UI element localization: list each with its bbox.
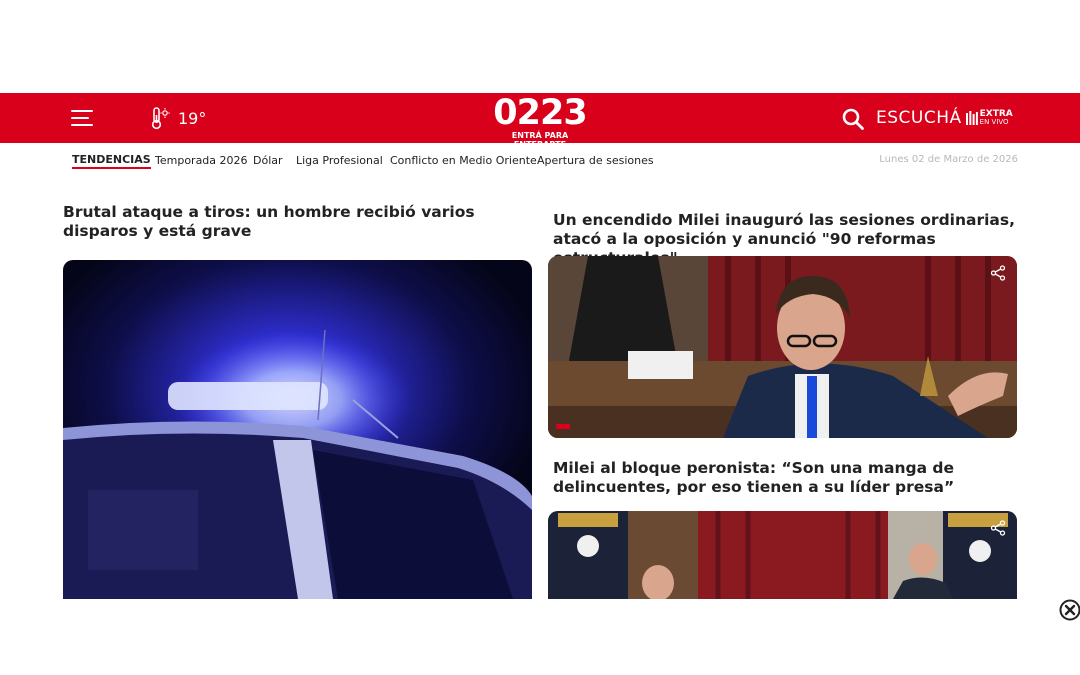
share-icon[interactable] [990,265,1006,281]
thermometer-sun-icon [151,107,170,130]
trend-link-sesiones[interactable]: Apertura de sesiones [537,154,654,167]
weather-widget[interactable]: 19° [150,105,206,131]
radio-waves-icon [965,111,978,125]
listen-radio-button[interactable]: ESCUCHÁ EXTRA EN VIVO [876,107,1013,129]
site-logo[interactable]: 0223 ENTRÁ PARA ENTERARTE [489,93,591,149]
trends-bar: TENDENCIAS Temporada 2026 Dólar Liga Pro… [72,150,1018,172]
article-headline[interactable]: Brutal ataque a tiros: un hombre recibió… [63,203,531,241]
extra-live: EN VIVO [979,118,1009,126]
trend-link-liga[interactable]: Liga Profesional [296,154,383,167]
article-image-police-car[interactable] [63,260,532,599]
extra-radio-logo: EXTRA EN VIVO [965,109,1013,126]
trend-link-medio-oriente[interactable]: Conflicto en Medio Oriente [390,154,537,167]
trend-link-dolar[interactable]: Dólar [253,154,283,167]
article-headline[interactable]: Milei al bloque peronista: “Son una mang… [553,459,1017,497]
current-date: Lunes 02 de Marzo de 2026 [879,154,1018,165]
search-icon[interactable] [841,107,865,131]
trends-title: TENDENCIAS [72,153,151,169]
police-car-photo [63,260,532,599]
hamburger-menu-icon[interactable] [71,110,93,126]
congress-photo [548,511,1017,599]
article-image-milei-speech[interactable] [548,256,1017,438]
trend-link-temporada[interactable]: Temporada 2026 [155,154,248,167]
extra-brand: EXTRA [979,109,1013,119]
milei-speech-photo [548,256,1017,438]
temperature: 19° [178,108,207,128]
logo-tagline: ENTRÁ PARA ENTERARTE [511,131,569,149]
article-image-peronist-bloc[interactable] [548,511,1017,599]
share-icon[interactable] [990,520,1006,536]
listen-label: ESCUCHÁ [876,108,962,128]
logo-text: 0223 [493,93,587,133]
site-header: 19° 0223 ENTRÁ PARA ENTERARTE ESCUCHÁ EX… [0,93,1080,149]
close-circle-icon[interactable] [1059,599,1080,621]
